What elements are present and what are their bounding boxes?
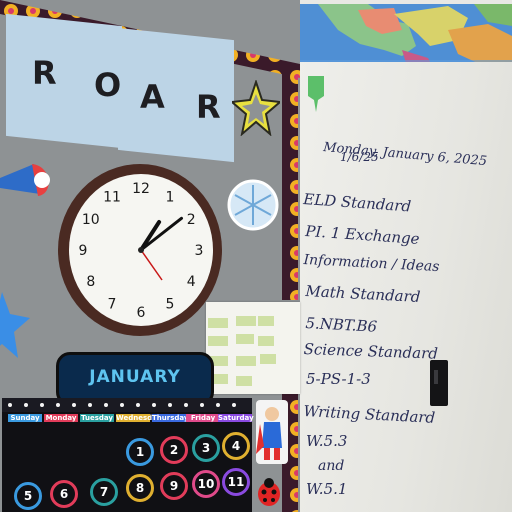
whiteboard-and: and	[318, 458, 345, 474]
roar-letter-o: O	[94, 66, 122, 104]
roar-letter-r2: R	[196, 88, 221, 126]
calendar-header-saturday: Saturday	[218, 414, 254, 422]
calendar-date: 7	[90, 478, 118, 506]
wall-calendar: Sunday Monday Tuesday Wednesday Thursday…	[2, 398, 254, 512]
clock-numeral: 9	[79, 243, 88, 259]
clock-numeral: 8	[86, 274, 95, 290]
posted-paper	[206, 302, 300, 394]
clock-numeral: 1	[166, 189, 175, 205]
whiteboard-eraser	[430, 360, 448, 406]
clock-numeral: 12	[132, 181, 150, 197]
whiteboard-science-code: 5-PS-1-3	[306, 370, 371, 388]
clock-numeral: 2	[187, 212, 196, 228]
megaphone-icon	[0, 164, 50, 196]
calendar-date: 3	[192, 434, 220, 462]
roar-letter-r1: R	[32, 54, 57, 92]
calendar-header-wednesday: Wednesday	[116, 414, 162, 422]
clock-numeral: 4	[187, 274, 196, 290]
clock-numeral: 5	[166, 297, 175, 313]
roar-letter-a: A	[140, 78, 165, 116]
calendar-date: 1	[126, 438, 154, 466]
calendar-lights-icon	[2, 398, 252, 412]
calendar-date: 11	[222, 468, 250, 496]
clock-numeral: 11	[103, 189, 121, 205]
clock-numeral: 7	[108, 297, 117, 313]
green-tack-icon	[308, 76, 324, 112]
paper-table-icon	[208, 316, 276, 386]
month-banner-text: JANUARY	[89, 367, 181, 387]
clock-numeral: 6	[137, 305, 146, 321]
calendar-header-tuesday: Tuesday	[80, 414, 114, 422]
whiteboard-writing-code-1: W.5.3	[306, 432, 348, 450]
ladybug-icon	[258, 478, 280, 506]
clock-numeral: 10	[82, 212, 100, 228]
calendar-header-sunday: Sunday	[8, 414, 42, 422]
whiteboard-date-short: 1/6/25	[340, 150, 379, 164]
yellow-star-icon	[232, 80, 280, 136]
calendar-header-monday: Monday	[44, 414, 78, 422]
calendar-date: 5	[14, 482, 42, 510]
whiteboard-writing-code-2: W.5.1	[306, 480, 348, 498]
whiteboard-math-code: 5.NBT.B6	[305, 314, 378, 336]
calendar-date: 8	[126, 474, 154, 502]
snowflake-icon	[227, 179, 279, 231]
calendar-date: 6	[50, 480, 78, 508]
calendar-header-thursday: Thursday	[152, 414, 189, 422]
calendar-date: 2	[160, 436, 188, 464]
classroom-wall-photo: Monday, January 6, 2025 1/6/25 ELD Stand…	[0, 0, 512, 512]
calendar-date: 10	[192, 470, 220, 498]
calendar-date: 9	[160, 472, 188, 500]
wall-clock: 12 12 3 45 6 78 9 1011	[58, 164, 222, 336]
blue-star-icon	[0, 292, 30, 358]
calendar-header-friday: Friday	[186, 414, 220, 422]
clock-numeral: 3	[195, 243, 204, 259]
calendar-date: 4	[222, 432, 250, 460]
superhero-sticker-icon	[256, 400, 288, 464]
